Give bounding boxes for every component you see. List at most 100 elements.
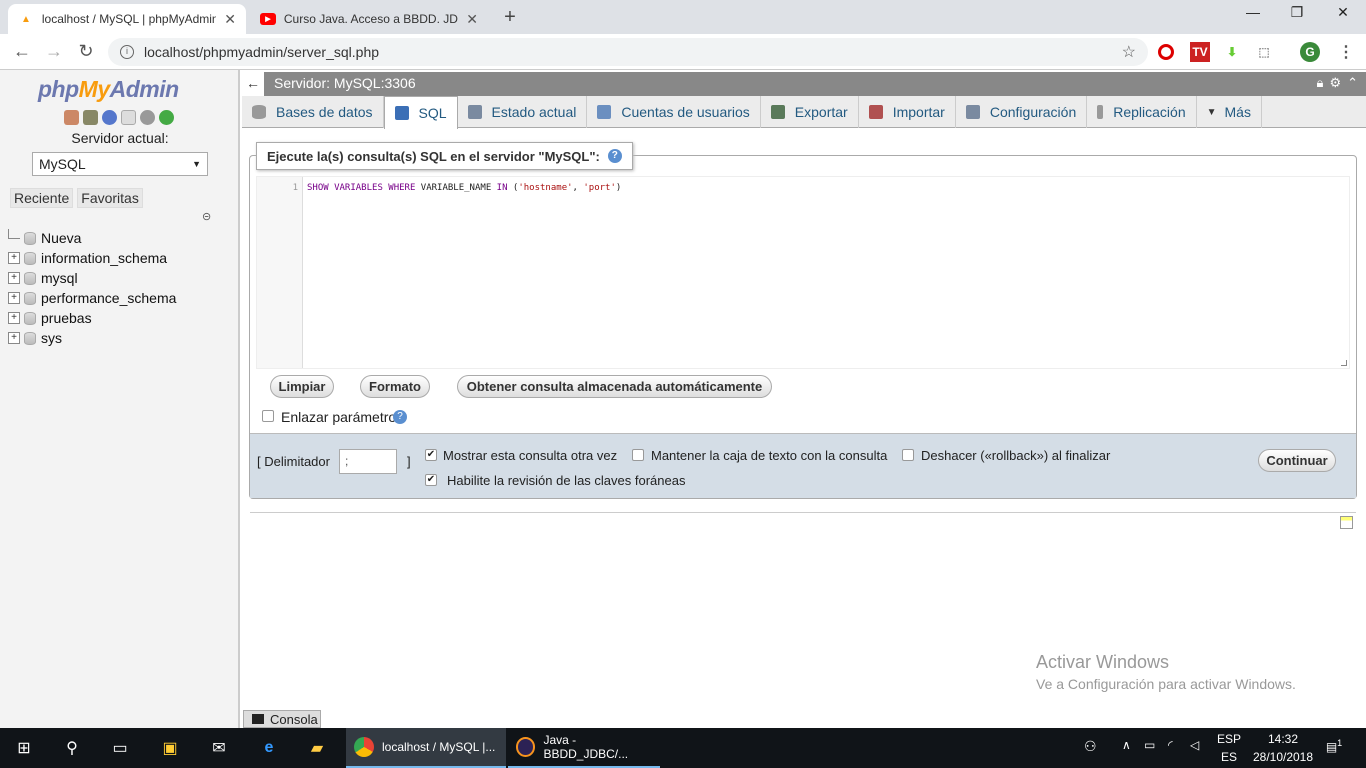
store-icon[interactable]: ▣ <box>158 736 182 760</box>
file-explorer-icon[interactable]: ▰ <box>305 736 329 760</box>
expand-icon[interactable]: + <box>8 272 20 284</box>
phpmyadmin-favicon-icon: ▲ <box>20 13 31 25</box>
phpmyadmin-logo[interactable]: phpMyAdmin <box>38 76 179 103</box>
wifi-icon[interactable]: ◜ <box>1168 738 1173 752</box>
close-icon[interactable]: ✕ <box>224 11 236 28</box>
edge-icon[interactable]: e <box>257 736 281 760</box>
language-indicator[interactable]: ESP ES <box>1214 732 1244 764</box>
windows-taskbar: ⊞ ⚲ ▭ ▣ ✉ e ▰ localhost / MySQL |... Jav… <box>0 728 1366 768</box>
tree-item-database[interactable]: + performance_schema <box>8 288 176 308</box>
retain-query-box-label: Mantener la caja de texto con la consult… <box>651 448 888 463</box>
help-icon[interactable]: ? <box>393 410 407 424</box>
note-icon[interactable] <box>1340 516 1353 529</box>
refresh-icon[interactable] <box>159 110 174 125</box>
gear-icon[interactable] <box>140 110 155 125</box>
tree-item-database[interactable]: + mysql <box>8 268 176 288</box>
new-tab-button[interactable]: + <box>498 6 522 29</box>
tv-extension-icon[interactable]: TV <box>1190 42 1210 62</box>
back-arrow-icon[interactable]: ← <box>10 41 34 62</box>
notification-icon[interactable]: ▤1 <box>1322 738 1346 754</box>
get-auto-saved-query-button[interactable]: Obtener consulta almacenada automáticame… <box>457 375 772 398</box>
tab-databases[interactable]: Bases de datos <box>242 96 384 128</box>
tree-item-database[interactable]: + sys <box>8 328 176 348</box>
taskbar-app-eclipse[interactable]: Java - BBDD_JDBC/... <box>508 728 660 768</box>
gear-icon[interactable]: ⚙ <box>1329 75 1341 91</box>
tab-import[interactable]: Importar <box>859 96 956 128</box>
tab-replication[interactable]: Replicación <box>1087 96 1197 128</box>
lock-icon[interactable]: 🔒︎ <box>1317 75 1324 91</box>
tab-sql[interactable]: SQL <box>383 96 458 129</box>
browser-tab-youtube[interactable]: ▶ Curso Java. Acceso a BBDD. JDBC ✕ <box>250 4 488 34</box>
chevron-up-icon[interactable]: ∧ <box>1122 738 1131 752</box>
close-icon[interactable]: ✕ <box>466 11 478 28</box>
forward-arrow-icon[interactable]: → <box>42 41 66 62</box>
minimize-button[interactable]: — <box>1230 4 1276 20</box>
favorites-tab[interactable]: Favoritas <box>77 188 143 208</box>
volume-icon[interactable]: ◁ <box>1190 738 1199 752</box>
mail-icon[interactable]: ✉ <box>207 736 231 760</box>
bookmark-star-icon[interactable]: ☆ <box>1122 42 1136 62</box>
clear-button[interactable]: Limpiar <box>270 375 334 398</box>
pdf-extension-icon[interactable]: ⬚ <box>1254 42 1274 62</box>
tab-settings[interactable]: Configuración <box>956 96 1088 128</box>
go-button[interactable]: Continuar <box>1258 449 1336 472</box>
bind-parameters-checkbox[interactable] <box>262 410 274 422</box>
close-window-button[interactable]: ✕ <box>1320 4 1366 21</box>
line-numbers: 1 <box>257 177 303 368</box>
show-query-again-checkbox[interactable]: ✔ <box>425 449 437 461</box>
info-icon[interactable]: i <box>120 45 134 59</box>
fk-checks-checkbox[interactable]: ✔ <box>425 474 437 486</box>
recent-tab[interactable]: Reciente <box>10 188 74 208</box>
tab-export[interactable]: Exportar <box>761 96 859 128</box>
retain-query-box-checkbox[interactable] <box>632 449 644 461</box>
windows-start-icon[interactable]: ⊞ <box>12 736 36 760</box>
people-icon[interactable]: ⚇ <box>1084 738 1097 755</box>
tab-status[interactable]: Estado actual <box>458 96 588 128</box>
expand-icon[interactable]: + <box>8 292 20 304</box>
clock[interactable]: 14:32 28/10/2018 <box>1248 732 1318 764</box>
topbar-icons: 🔒︎ ⚙ ⌃ <box>1317 75 1358 91</box>
profile-avatar[interactable]: G <box>1300 42 1320 62</box>
browser-tab-phpmyadmin[interactable]: ▲ localhost / MySQL | phpMyAdmin ✕ <box>8 4 246 34</box>
delimiter-input[interactable]: ; <box>339 449 397 474</box>
opera-extension-icon[interactable] <box>1158 44 1174 60</box>
home-icon[interactable] <box>64 110 79 125</box>
sql-query-text: SHOW VARIABLES WHERE VARIABLE_NAME IN ('… <box>307 183 622 193</box>
collapse-icon[interactable]: ⌃ <box>1347 75 1358 91</box>
tab-more[interactable]: ▼ Más <box>1197 96 1262 128</box>
link-icon[interactable]: ⊝ <box>202 210 211 223</box>
download-extension-icon[interactable]: ⬇ <box>1222 42 1242 62</box>
tab-users[interactable]: Cuentas de usuarios <box>587 96 761 128</box>
expand-icon[interactable]: + <box>8 252 20 264</box>
browser-toolbar: ← → ↻ i localhost/phpmyadmin/server_sql.… <box>0 34 1366 70</box>
search-icon[interactable]: ⚲ <box>60 736 84 760</box>
reload-icon[interactable]: ↻ <box>74 41 98 62</box>
menu-icon[interactable]: ⋮ <box>1336 42 1356 62</box>
expand-icon[interactable]: + <box>8 332 20 344</box>
tree-item-new[interactable]: Nueva <box>8 228 176 248</box>
expand-icon[interactable]: + <box>8 312 20 324</box>
help-icon[interactable]: ? <box>607 149 622 163</box>
url-text: localhost/phpmyadmin/server_sql.php <box>144 44 380 60</box>
console-toggle[interactable]: Consola <box>243 710 321 728</box>
replication-icon <box>1097 105 1104 119</box>
tree-item-database[interactable]: + pruebas <box>8 308 176 328</box>
tree-item-database[interactable]: + information_schema <box>8 248 176 268</box>
collapse-nav-button[interactable]: ← <box>242 72 264 96</box>
address-bar[interactable]: i localhost/phpmyadmin/server_sql.php ☆ <box>108 38 1148 66</box>
server-select[interactable]: MySQL ▼ <box>32 152 208 176</box>
format-button[interactable]: Formato <box>360 375 430 398</box>
docs-icon[interactable] <box>121 110 136 125</box>
sql-editor[interactable]: 1 SHOW VARIABLES WHERE VARIABLE_NAME IN … <box>256 176 1350 369</box>
battery-icon[interactable]: ▭ <box>1144 738 1155 752</box>
task-view-icon[interactable]: ▭ <box>108 736 132 760</box>
help-icon[interactable] <box>102 110 117 125</box>
resize-handle[interactable] <box>1341 360 1347 366</box>
database-icon <box>24 331 36 345</box>
server-breadcrumb[interactable]: Servidor: MySQL:3306 <box>274 75 416 91</box>
youtube-icon: ▶ <box>260 13 276 25</box>
rollback-checkbox[interactable] <box>902 449 914 461</box>
taskbar-app-chrome[interactable]: localhost / MySQL |... <box>346 728 506 768</box>
logout-icon[interactable] <box>83 110 98 125</box>
maximize-button[interactable]: ❐ <box>1274 4 1320 21</box>
